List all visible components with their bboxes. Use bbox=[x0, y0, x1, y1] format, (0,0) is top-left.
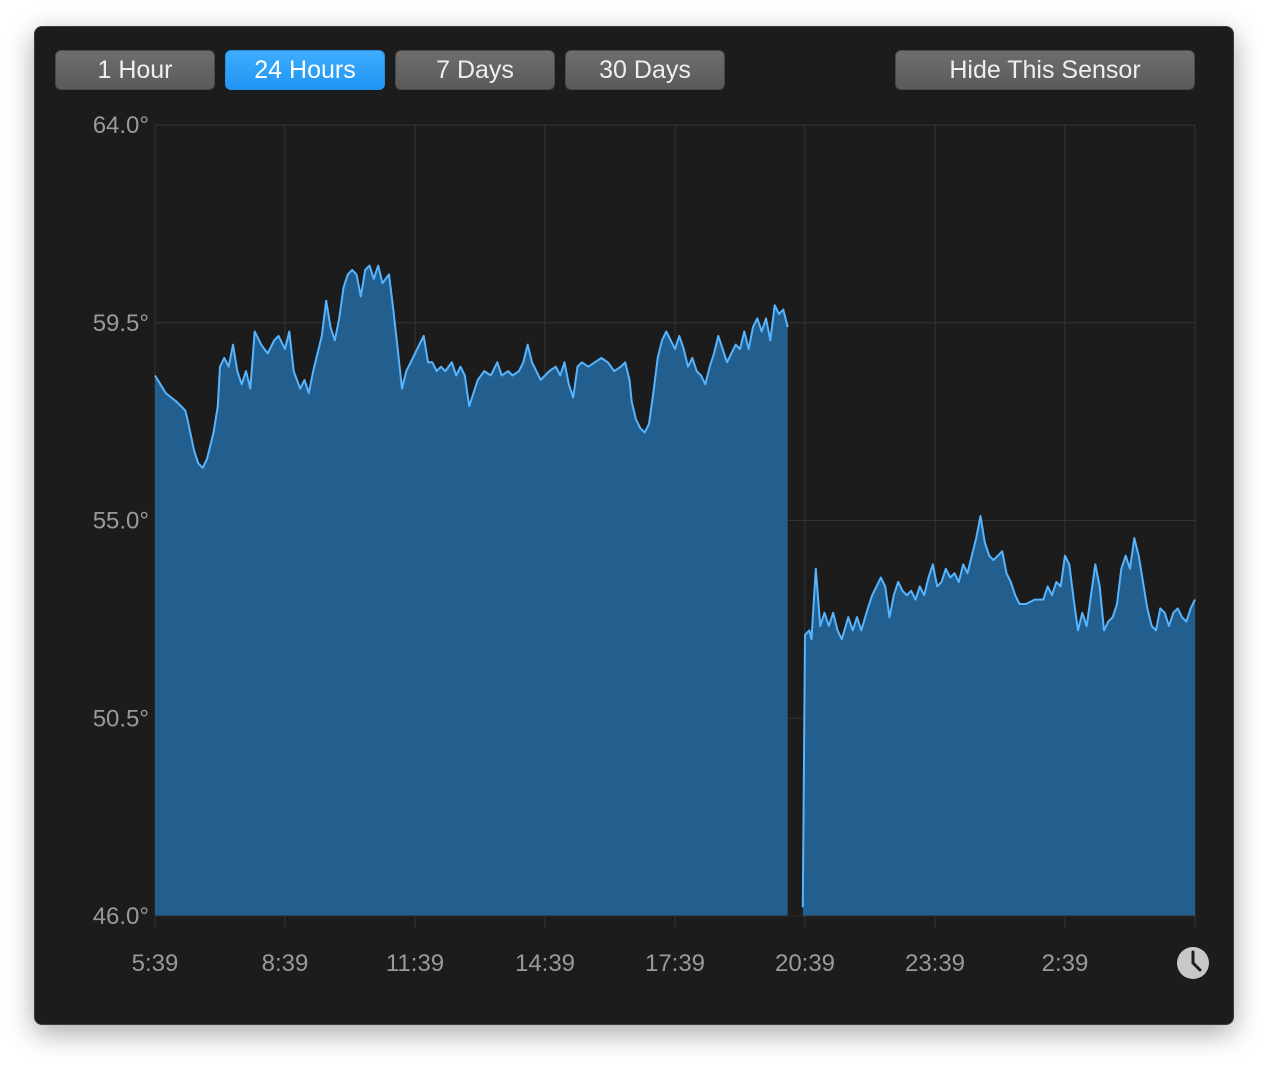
x-tick-label: 11:39 bbox=[386, 950, 444, 977]
x-tick-label: 23:39 bbox=[905, 950, 965, 977]
x-axis-labels: 5:39 8:39 11:39 14:39 17:39 20:39 23:39 2:39 bbox=[132, 950, 1089, 977]
area-segment bbox=[802, 516, 1195, 916]
x-tick-label: 5:39 bbox=[132, 950, 179, 977]
y-axis-labels: 64.0° 59.5° 55.0° 50.5° 46.0° bbox=[93, 112, 149, 930]
x-tick-label: 17:39 bbox=[645, 950, 705, 977]
x-tick-label: 20:39 bbox=[775, 950, 835, 977]
x-tick-label: 2:39 bbox=[1042, 950, 1089, 977]
clock-icon[interactable] bbox=[1177, 947, 1209, 979]
temperature-chart: 64.0° 59.5° 55.0° 50.5° 46.0° 5:39 8:39 11:39 1… bbox=[93, 112, 1209, 979]
chart-area-series bbox=[155, 265, 1195, 917]
y-tick-label: 64.0° bbox=[93, 112, 149, 139]
y-tick-label: 46.0° bbox=[93, 903, 149, 930]
x-tick-label: 14:39 bbox=[515, 950, 575, 977]
area-segment bbox=[155, 265, 788, 917]
y-tick-label: 59.5° bbox=[93, 310, 149, 337]
y-tick-label: 55.0° bbox=[93, 508, 149, 535]
y-tick-label: 50.5° bbox=[93, 705, 149, 732]
x-tick-label: 8:39 bbox=[262, 950, 309, 977]
sensor-history-window: 1 Hour 24 Hours 7 Days 30 Days Hide This… bbox=[34, 26, 1234, 1025]
